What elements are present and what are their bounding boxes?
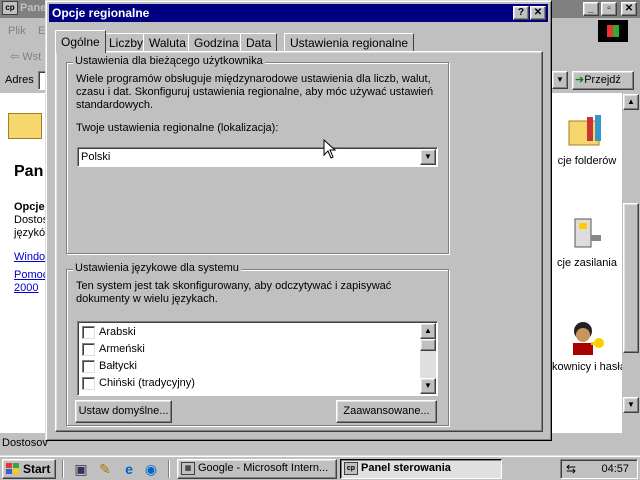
user-settings-group: Ustawienia dla bieżącego użytkownika Wie… [66, 55, 449, 254]
maximize-button[interactable]: ▫ [601, 2, 617, 16]
tab-strip: Ogólne Liczby Waluta Godzina Data Ustawi… [55, 30, 535, 53]
tab-general[interactable]: Ogólne [55, 30, 106, 53]
status-text: Dostosov [2, 437, 48, 449]
windows-flag-icon [6, 463, 20, 475]
chevron-down-icon[interactable]: ▼ [420, 149, 436, 165]
menu-file[interactable]: Plik [8, 25, 26, 37]
power-options-item[interactable]: cje zasilania [552, 213, 622, 269]
scroll-down-button[interactable]: ▼ [420, 378, 436, 394]
system-language-group-label: Ustawienia językowe dla systemu [73, 262, 241, 274]
language-label: Armeński [99, 343, 145, 355]
help-button[interactable]: ? [513, 6, 529, 20]
pane-link[interactable]: 2000 [14, 282, 38, 294]
taskbar-divider [62, 460, 64, 478]
system-language-group: Ustawienia językowe dla systemu Ten syst… [66, 262, 449, 426]
control-panel-icon: cp [344, 462, 358, 475]
task-label: Panel sterowania [361, 462, 451, 474]
tab-currency[interactable]: Waluta [143, 33, 192, 52]
show-desktop-icon[interactable]: ▣ [72, 460, 90, 478]
language-checkbox[interactable] [82, 360, 95, 373]
advanced-button[interactable]: Zaawansowane... [336, 400, 437, 423]
locale-select-value: Polski [81, 151, 111, 163]
control-panel-title: Pane [20, 2, 47, 14]
pane-title: Pan [14, 163, 44, 180]
network-icon[interactable]: ⇆ [566, 462, 582, 476]
pane-heading: Opcje [14, 201, 45, 213]
locale-select[interactable]: Polski ▼ [77, 147, 438, 167]
pane-text: Dostos [14, 214, 49, 226]
power-options-icon [567, 213, 607, 253]
system-language-description: Ten system jest tak skonfigurowany, aby … [76, 280, 392, 305]
pane-text: językó [14, 227, 46, 239]
control-panel-folder-icon [8, 113, 42, 139]
vertical-scrollbar[interactable]: ▲ ▼ [622, 93, 640, 433]
scroll-up-button[interactable]: ▲ [420, 323, 436, 339]
clock[interactable]: 04:57 [601, 463, 629, 475]
dialog-close-button[interactable]: ✕ [530, 6, 546, 20]
dialog-title: Opcje regionalne [52, 6, 150, 20]
language-checkbox[interactable] [82, 343, 95, 356]
address-dropdown-button[interactable]: ▼ [552, 71, 568, 89]
explorer-icon[interactable]: ✎ [96, 460, 114, 478]
users-passwords-icon [567, 317, 607, 357]
scroll-thumb[interactable] [623, 203, 639, 353]
user-settings-description: Wiele programów obsługuje międzynarodowe… [76, 73, 434, 111]
tab-panel-general: Ustawienia dla bieżącego użytkownika Wie… [55, 51, 543, 432]
language-checkbox[interactable] [82, 377, 95, 390]
locale-label: Twoje ustawienia regionalne (lokalizacja… [76, 122, 279, 134]
minimize-button[interactable]: _ [583, 2, 599, 16]
go-button[interactable]: ➜Przejdź [572, 71, 634, 90]
tab-time[interactable]: Godzina [188, 33, 245, 52]
task-button-internet-explorer[interactable]: ▦ Google - Microsoft Intern... [177, 459, 337, 479]
folder-options-icon [567, 111, 607, 151]
pane-link[interactable]: Pomoc [14, 269, 48, 281]
go-arrow-icon: ➜ [575, 74, 585, 86]
tab-regional-settings[interactable]: Ustawienia regionalne [284, 33, 415, 52]
dialog-titlebar[interactable]: Opcje regionalne ? ✕ [49, 4, 548, 22]
start-label: Start [23, 462, 51, 476]
pane-banner [0, 93, 50, 153]
scroll-thumb[interactable] [420, 339, 436, 351]
taskbar: Start ▣ ✎ e ◉ ▦ Google - Microsoft Inter… [0, 455, 640, 480]
users-passwords-item[interactable]: kownicy i hasła [552, 317, 626, 373]
language-label: Arabski [99, 326, 136, 338]
power-options-label: cje zasilania [557, 257, 617, 269]
taskbar-divider [168, 460, 170, 478]
control-panel-app-icon: cp [2, 1, 18, 15]
folder-options-label: cje folderów [557, 155, 617, 167]
mouse-cursor-icon [323, 139, 337, 159]
web-view-pane: Pan Opcje Dostos językó Windo Pomoc 2000 [0, 93, 50, 433]
tab-date[interactable]: Data [240, 33, 278, 52]
regional-options-dialog: Opcje regionalne ? ✕ Ogólne Liczby Walut… [45, 0, 552, 441]
internet-explorer-icon[interactable]: e [120, 460, 138, 478]
language-label: Chiński (tradycyjny) [99, 377, 195, 389]
scroll-up-button[interactable]: ▲ [623, 94, 639, 110]
user-settings-group-label: Ustawienia dla bieżącego użytkownika [73, 55, 265, 67]
scroll-down-button[interactable]: ▼ [623, 397, 639, 413]
close-button[interactable]: ✕ [621, 2, 637, 16]
pane-link[interactable]: Windo [14, 251, 45, 263]
language-checkbox[interactable] [82, 326, 95, 339]
system-tray: ⇆ 04:57 [560, 459, 638, 479]
task-button-control-panel[interactable]: cp Panel sterowania [340, 459, 502, 479]
language-list[interactable]: Arabski Armeński Bałtycki Chiński (trady… [77, 321, 438, 396]
task-label: Google - Microsoft Intern... [198, 462, 329, 474]
folder-options-item[interactable]: cje folderów [552, 111, 622, 167]
language-label: Bałtycki [99, 360, 137, 372]
browser-window-icon: ▦ [181, 462, 195, 475]
users-passwords-label: kownicy i hasła [552, 361, 626, 373]
language-list-scrollbar[interactable]: ▲ ▼ [420, 323, 436, 394]
windows-logo-icon [598, 20, 628, 42]
media-player-icon[interactable]: ◉ [142, 460, 160, 478]
address-label: Adres [5, 74, 34, 86]
set-default-button[interactable]: Ustaw domyślne... [75, 400, 172, 423]
back-button[interactable]: ⇦ Wst [10, 50, 41, 63]
start-button[interactable]: Start [2, 459, 56, 479]
